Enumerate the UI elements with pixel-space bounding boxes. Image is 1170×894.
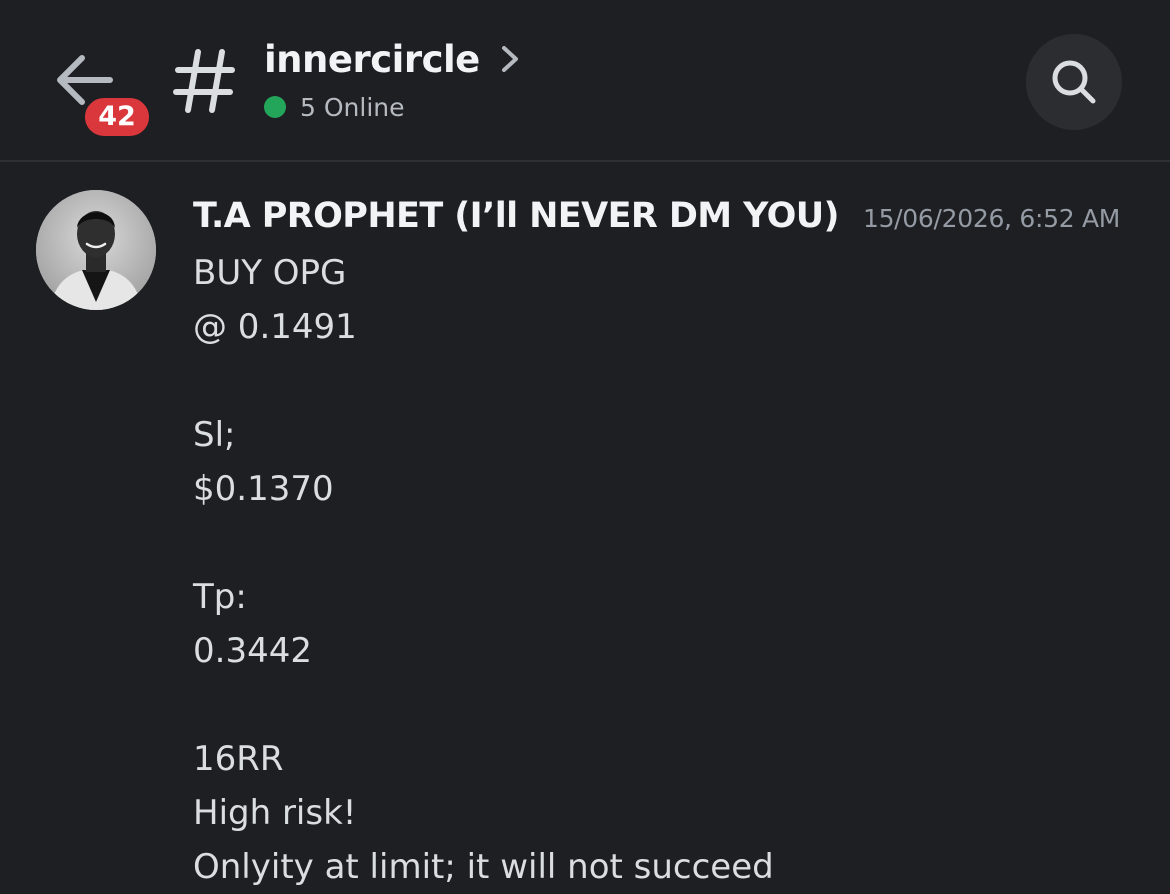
message-line: Sl; bbox=[193, 415, 236, 455]
message-timestamp: 15/06/2026, 6:52 AM bbox=[862, 204, 1121, 233]
message-line: High risk! bbox=[193, 793, 357, 833]
channel-header: 42 innercircle 5 Online bbox=[0, 0, 1170, 162]
message-line: Onlyity at limit; it will not succeed bbox=[193, 847, 774, 887]
message-line: @ 0.1491 bbox=[193, 307, 357, 347]
message-line: $0.1370 bbox=[193, 469, 334, 509]
message-line: BUY OPG bbox=[193, 253, 347, 293]
search-icon bbox=[1052, 60, 1096, 104]
online-count: 5 Online bbox=[300, 92, 405, 122]
message-line bbox=[193, 516, 1153, 570]
user-photo bbox=[36, 190, 156, 310]
avatar[interactable] bbox=[36, 190, 156, 310]
channel-name: innercircle bbox=[264, 37, 480, 81]
chat-message: T.A PROPHET (I’ll NEVER DM YOU) 15/06/20… bbox=[0, 162, 1170, 887]
search-button[interactable] bbox=[1026, 34, 1122, 130]
message-body: BUY OPG @ 0.1491 Sl; $0.1370 Tp: 0.3442 … bbox=[193, 246, 1153, 894]
message-line bbox=[193, 678, 1153, 732]
author-name[interactable]: T.A PROPHET (I’ll NEVER DM YOU) bbox=[193, 196, 840, 236]
chevron-right-icon bbox=[501, 46, 518, 72]
message-line: 16RR bbox=[193, 739, 284, 779]
channel-title-button[interactable]: innercircle bbox=[264, 32, 520, 86]
online-status: 5 Online bbox=[264, 90, 405, 124]
message-line bbox=[193, 354, 1153, 408]
message-header: T.A PROPHET (I’ll NEVER DM YOU) 15/06/20… bbox=[193, 196, 1120, 244]
online-indicator bbox=[264, 96, 286, 118]
hash-icon bbox=[173, 49, 235, 113]
unread-badge: 42 bbox=[81, 94, 153, 140]
message-line: Tp: bbox=[193, 577, 247, 617]
message-line: 0.3442 bbox=[193, 631, 312, 671]
